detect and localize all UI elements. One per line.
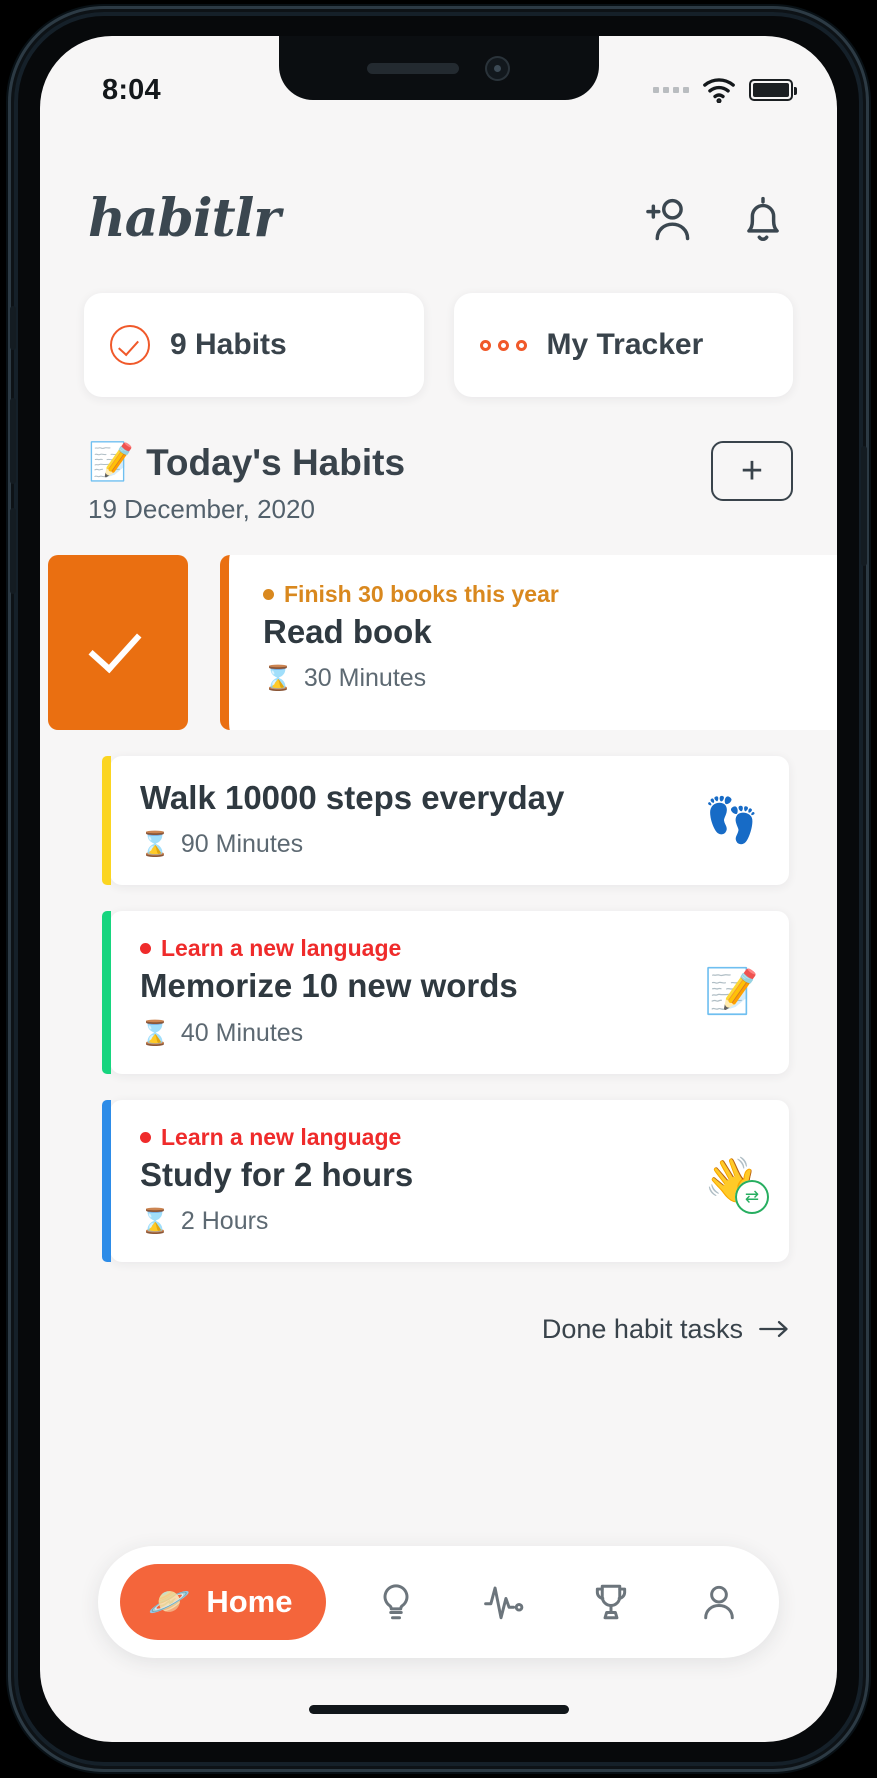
front-camera [485, 55, 510, 81]
habit-duration-label: 40 Minutes [180, 1018, 304, 1047]
stat-cards: 9 Habits My Tracker [40, 249, 837, 397]
habit-card-read-book[interactable]: Finish 30 books this year Read book ⌛ 30… [220, 555, 837, 730]
app-logo: habitlr [88, 188, 281, 249]
habit-title: Read book [263, 613, 432, 650]
planet-icon: 🪐 [148, 1583, 191, 1621]
volume-up-button[interactable] [10, 398, 16, 484]
mute-switch[interactable] [10, 306, 16, 350]
habit-body: Learn a new language Study for 2 hours ⌛… [140, 1124, 413, 1236]
wifi-icon [703, 78, 735, 103]
stat-card-tracker[interactable]: My Tracker [453, 293, 793, 397]
habit-goal-label: Finish 30 books this year [284, 581, 559, 607]
bottom-navigation-bar: 🪐 Home [98, 1546, 779, 1658]
habit-goal-label: Learn a new language [161, 935, 402, 962]
volume-down-button[interactable] [10, 508, 16, 594]
habit-duration: ⌛ 40 Minutes [140, 1019, 518, 1048]
habit-card-memorize[interactable]: Learn a new language Memorize 10 new wor… [102, 911, 789, 1074]
habit-title: Study for 2 hours [140, 1155, 414, 1193]
nav-item-ideas[interactable] [358, 1564, 434, 1640]
habit-title: Memorize 10 new words [140, 967, 518, 1005]
habit-card-walk[interactable]: Walk 10000 steps everyday ⌛ 90 Minutes 👣 [102, 756, 789, 886]
phone-screen: 8:04 habitlr 9 Habits My Tracker 📝 Today… [40, 36, 837, 1742]
page-title: 📝 Today's Habits [88, 441, 405, 484]
habit-body: Walk 10000 steps everyday ⌛ 90 Minutes [140, 779, 565, 859]
done-habit-tasks-link[interactable]: Done habit tasks [40, 1288, 837, 1345]
complete-habit-swipe-action[interactable] [48, 555, 188, 730]
hourglass-icon: ⌛ [140, 1019, 170, 1047]
habit-goal: Finish 30 books this year [263, 581, 837, 608]
habit-card-study[interactable]: Learn a new language Study for 2 hours ⌛… [102, 1099, 789, 1263]
done-habit-tasks-label: Done habit tasks [541, 1313, 743, 1344]
bell-icon[interactable] [737, 193, 789, 245]
goal-bullet-icon [140, 943, 151, 955]
app-content: habitlr 9 Habits My Tracker 📝 Today's Ha… [40, 36, 837, 1742]
habit-body: Learn a new language Memorize 10 new wor… [140, 935, 518, 1047]
battery-full-icon [749, 79, 797, 101]
habit-duration-label: 2 Hours [180, 1206, 269, 1235]
person-icon [704, 1585, 734, 1620]
signal-dots-icon [653, 87, 689, 93]
nav-item-activity[interactable] [466, 1564, 542, 1640]
habit-title: Walk 10000 steps everyday [140, 779, 565, 816]
nav-item-home[interactable]: 🪐 Home [120, 1564, 327, 1640]
habit-duration: ⌛ 2 Hours [140, 1207, 413, 1236]
nav-item-profile[interactable] [681, 1564, 757, 1640]
nav-item-achievements[interactable] [573, 1564, 649, 1640]
habit-row-swiped: Finish 30 books this year Read book ⌛ 30… [40, 555, 837, 730]
header-actions [641, 193, 789, 245]
habit-duration-label: 90 Minutes [180, 830, 304, 859]
lightbulb-icon [383, 1584, 409, 1620]
habit-goal: Learn a new language [140, 935, 518, 962]
status-time: 8:04 [102, 73, 161, 106]
checkmark-icon [89, 626, 147, 660]
section-header: 📝 Today's Habits 19 December, 2020 + [40, 397, 837, 525]
waving-hand-emoji-icon: 👋 ⇄ [704, 1154, 769, 1214]
habit-duration: ⌛ 90 Minutes [140, 830, 564, 859]
arrow-right-icon [759, 1321, 788, 1338]
habit-duration: ⌛ 30 Minutes [263, 664, 837, 693]
device-frame: 8:04 habitlr 9 Habits My Tracker 📝 Today… [8, 6, 869, 1772]
stat-card-tracker-label: My Tracker [546, 328, 704, 361]
repeat-icon: ⇄ [735, 1179, 769, 1214]
trophy-icon [596, 1584, 627, 1620]
notepad-emoji-icon: 📝 [88, 441, 135, 482]
habit-goal: Learn a new language [140, 1124, 413, 1151]
memo-emoji-icon: 📝 [704, 967, 759, 1017]
footprints-emoji-icon: 👣 [704, 795, 759, 845]
pulse-icon [483, 1586, 524, 1620]
app-header: habitlr [40, 132, 837, 249]
goal-bullet-icon [140, 1131, 151, 1143]
habit-duration-label: 30 Minutes [303, 664, 427, 693]
status-indicators [653, 77, 797, 103]
three-dots-icon [479, 339, 527, 351]
section-title-text: Today's Habits [146, 441, 406, 483]
hourglass-icon: ⌛ [140, 1207, 170, 1235]
stat-card-habits-label: 9 Habits [170, 328, 287, 361]
habit-list: Finish 30 books this year Read book ⌛ 30… [40, 525, 837, 1263]
check-circle-icon [110, 325, 150, 365]
hourglass-icon: ⌛ [263, 665, 293, 693]
earpiece-speaker [367, 62, 459, 74]
home-indicator[interactable] [308, 1705, 569, 1714]
notch [278, 36, 599, 100]
nav-item-home-label: Home [206, 1584, 293, 1619]
hourglass-icon: ⌛ [140, 831, 170, 859]
section-date: 19 December, 2020 [88, 494, 315, 524]
stat-card-habits[interactable]: 9 Habits [84, 293, 424, 397]
add-habit-button[interactable]: + [711, 441, 793, 501]
add-person-icon[interactable] [641, 193, 693, 245]
power-button[interactable] [861, 446, 867, 566]
habit-goal-label: Learn a new language [161, 1123, 402, 1150]
section-heading-group: 📝 Today's Habits 19 December, 2020 [88, 441, 405, 525]
goal-bullet-icon [263, 589, 274, 600]
